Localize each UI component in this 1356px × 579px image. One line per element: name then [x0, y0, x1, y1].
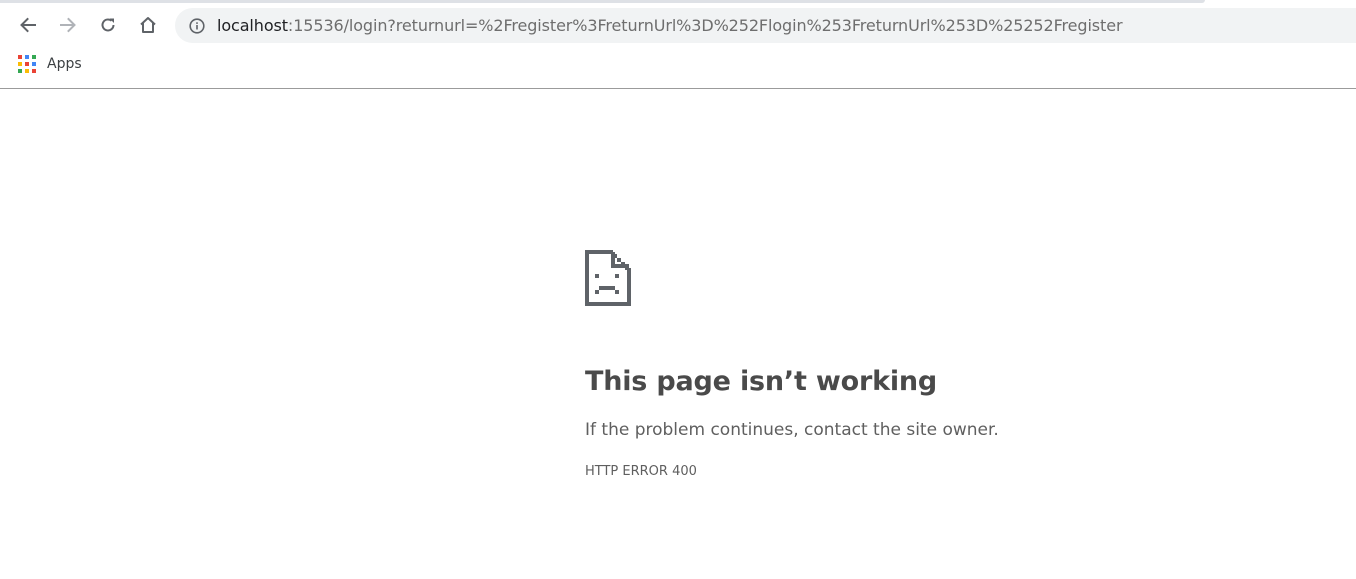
error-description: If the problem continues, contact the si… [585, 420, 999, 440]
reload-icon [101, 18, 115, 32]
info-icon[interactable] [189, 17, 205, 34]
reload-button[interactable] [93, 10, 123, 40]
address-bar[interactable]: localhost:15536/login?returnurl=%2Fregis… [175, 8, 1356, 43]
forward-arrow-icon [60, 17, 76, 33]
url-host: localhost [217, 16, 288, 35]
sad-page-icon [585, 250, 631, 306]
forward-button[interactable] [53, 10, 83, 40]
back-arrow-icon [20, 17, 36, 33]
tab-strip [0, 0, 1205, 3]
error-code: HTTP ERROR 400 [585, 464, 697, 479]
error-title: This page isn’t working [585, 366, 938, 397]
home-button[interactable] [133, 10, 163, 40]
url-text[interactable]: localhost:15536/login?returnurl=%2Fregis… [217, 16, 1123, 35]
error-page: This page isn’t working If the problem c… [585, 250, 1285, 479]
apps-bookmark[interactable]: Apps [47, 56, 82, 72]
home-icon [140, 17, 156, 33]
bookmarks-bar: Apps [18, 55, 82, 73]
browser-toolbar: localhost:15536/login?returnurl=%2Fregis… [0, 0, 1356, 89]
apps-grid-icon[interactable] [18, 55, 36, 73]
back-button[interactable] [13, 10, 43, 40]
url-path: :15536/login?returnurl=%2Fregister%3Fret… [287, 16, 1123, 35]
